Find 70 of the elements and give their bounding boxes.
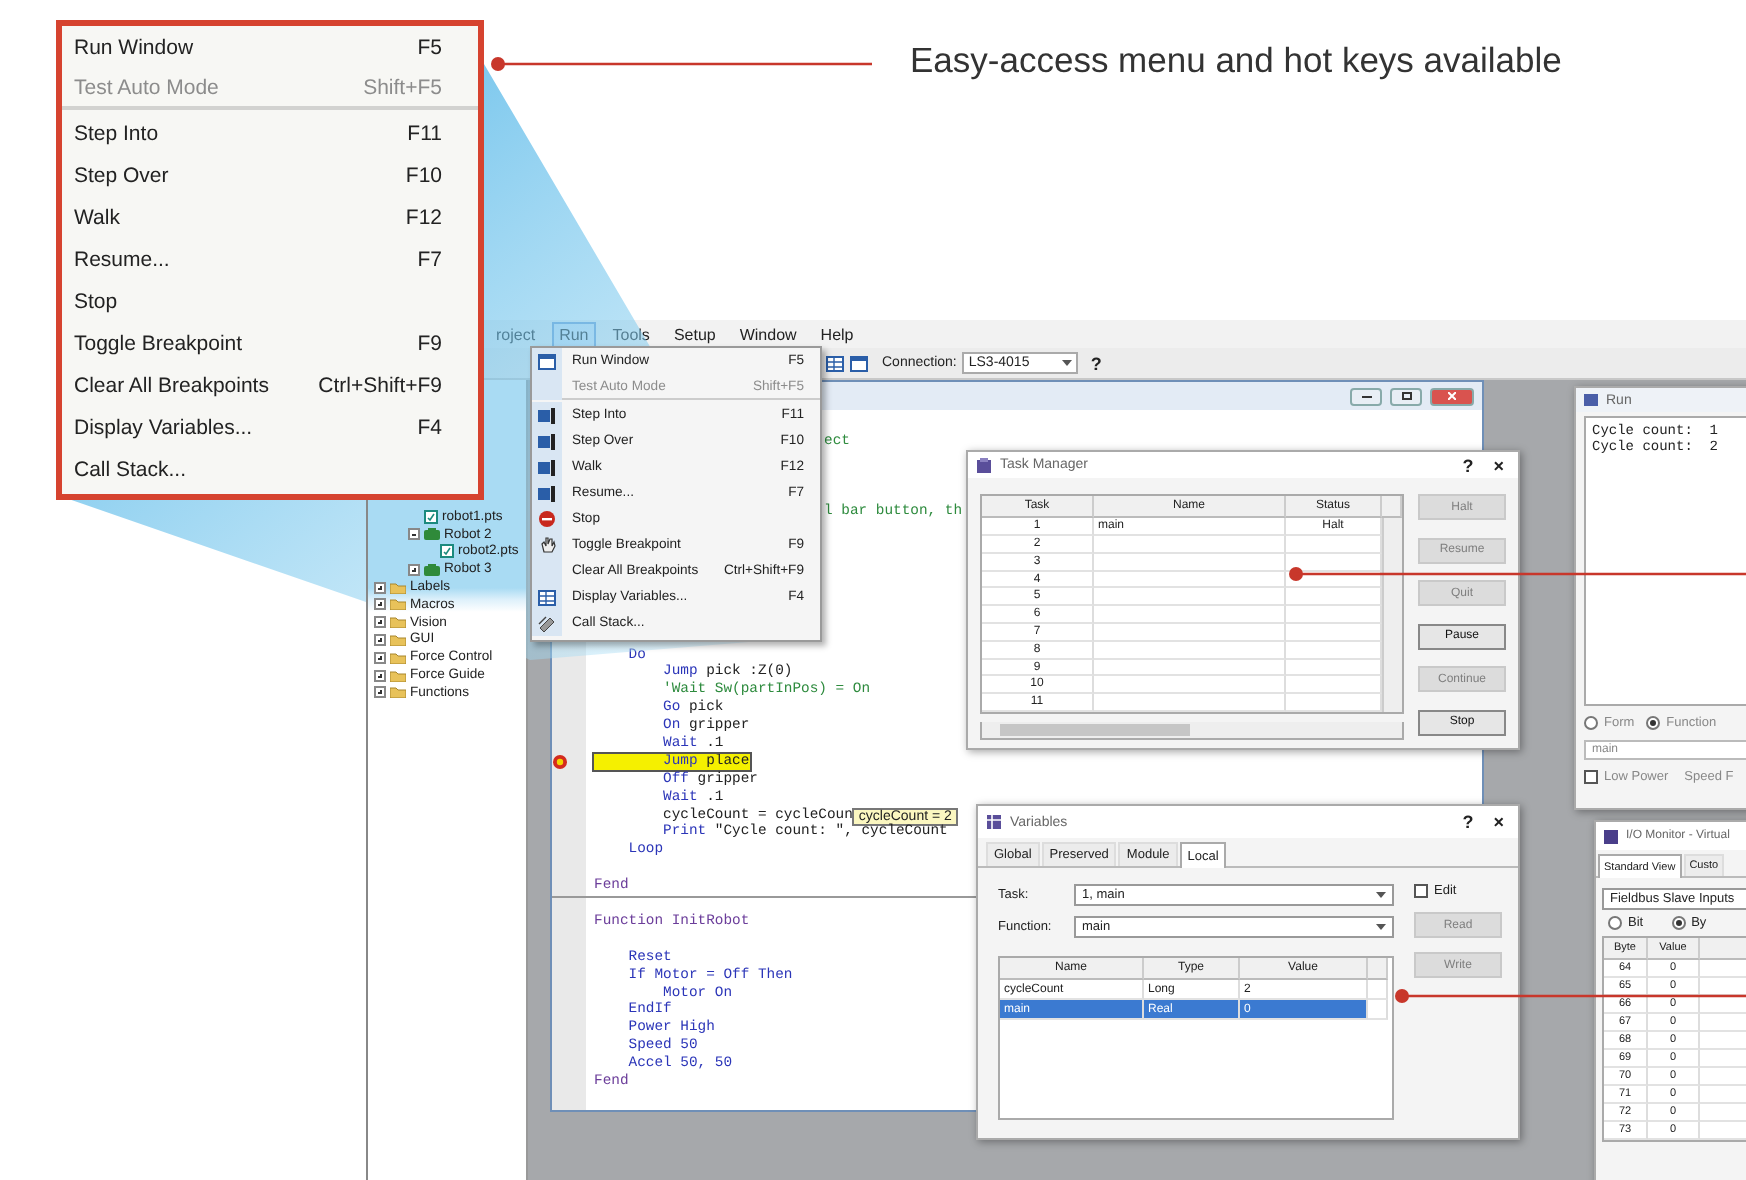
expand-icon[interactable] bbox=[374, 581, 386, 594]
column-header bbox=[1382, 496, 1402, 519]
table-cell bbox=[1286, 606, 1382, 625]
caret-icon bbox=[1376, 924, 1386, 930]
minimize-button[interactable] bbox=[1350, 387, 1382, 405]
menu-item[interactable]: Run Window F5 bbox=[62, 26, 478, 68]
expand-icon[interactable] bbox=[374, 651, 386, 664]
table-cell bbox=[1286, 588, 1382, 607]
table-cell bbox=[1286, 624, 1382, 642]
collapse-icon[interactable] bbox=[408, 528, 420, 541]
close-button[interactable]: × bbox=[1487, 455, 1510, 476]
stack-icon bbox=[538, 614, 556, 632]
column-header bbox=[1368, 958, 1388, 980]
table-icon bbox=[538, 589, 556, 605]
help-button[interactable]: ? bbox=[1084, 353, 1108, 373]
stop-icon bbox=[538, 510, 556, 528]
table-cell bbox=[1286, 676, 1382, 695]
close-icon bbox=[1448, 392, 1456, 400]
menu-item[interactable]: Resume... F7 bbox=[62, 238, 478, 280]
menu-item[interactable]: Stop bbox=[62, 280, 478, 322]
robot-icon bbox=[424, 563, 440, 576]
close-button[interactable]: × bbox=[1487, 812, 1510, 832]
menu-item[interactable]: Walk F12 bbox=[62, 196, 478, 238]
table-cell bbox=[1368, 980, 1388, 1000]
table-cell bbox=[1286, 641, 1382, 660]
help-button[interactable]: ? bbox=[1456, 455, 1480, 476]
table-cell bbox=[1286, 659, 1382, 677]
expand-icon[interactable] bbox=[408, 563, 420, 576]
document-icon bbox=[424, 509, 438, 524]
window-icon bbox=[850, 355, 868, 371]
expand-icon[interactable] bbox=[374, 669, 386, 682]
caret-icon bbox=[1376, 892, 1386, 898]
menu-item[interactable]: Clear All Breakpoints Ctrl+Shift+F9 bbox=[62, 364, 478, 406]
table-cell bbox=[1368, 1000, 1388, 1020]
task-manager-icon bbox=[976, 457, 992, 474]
step-icon bbox=[538, 433, 556, 449]
maximize-icon bbox=[1401, 392, 1411, 400]
window-icon bbox=[538, 353, 556, 369]
step-icon bbox=[538, 485, 556, 501]
expand-icon[interactable] bbox=[374, 633, 386, 646]
io-monitor-icon bbox=[1604, 829, 1618, 843]
minimize-icon bbox=[1361, 395, 1371, 397]
horizontal-scrollbar[interactable] bbox=[980, 722, 1404, 740]
step-icon bbox=[538, 459, 556, 475]
callout-caption: Easy-access menu and hot keys available bbox=[910, 40, 1562, 82]
run-icon bbox=[1584, 394, 1598, 406]
document-icon bbox=[440, 544, 454, 559]
table-cell bbox=[1286, 694, 1382, 712]
help-button[interactable]: ? bbox=[1456, 812, 1480, 832]
caret-icon bbox=[1062, 360, 1073, 366]
variables-icon bbox=[986, 814, 1002, 830]
expand-icon[interactable] bbox=[374, 686, 386, 699]
close-button[interactable] bbox=[1430, 387, 1474, 405]
menu-item[interactable]: Step Over F10 bbox=[62, 154, 478, 196]
menu-bar-item[interactable]: Setup bbox=[665, 321, 724, 347]
robot-icon bbox=[424, 528, 440, 541]
table-cell bbox=[1286, 536, 1382, 554]
expand-icon[interactable] bbox=[374, 616, 386, 629]
menu-item[interactable]: Call Stack... bbox=[62, 448, 478, 490]
table-icon bbox=[826, 355, 844, 371]
menu-bar-item[interactable]: Window bbox=[731, 321, 805, 347]
hand-icon bbox=[539, 536, 555, 554]
menu-item[interactable]: Display Variables... F4 bbox=[62, 406, 478, 448]
maximize-button[interactable] bbox=[1390, 387, 1422, 405]
step-icon bbox=[538, 407, 556, 423]
menu-bar-item[interactable]: Help bbox=[812, 321, 862, 347]
vertical-scrollbar[interactable] bbox=[1382, 518, 1402, 712]
expand-icon[interactable] bbox=[374, 598, 386, 611]
menu-item[interactable]: Toggle Breakpoint F9 bbox=[62, 322, 478, 364]
menu-item[interactable]: Step Into F11 bbox=[62, 112, 478, 154]
